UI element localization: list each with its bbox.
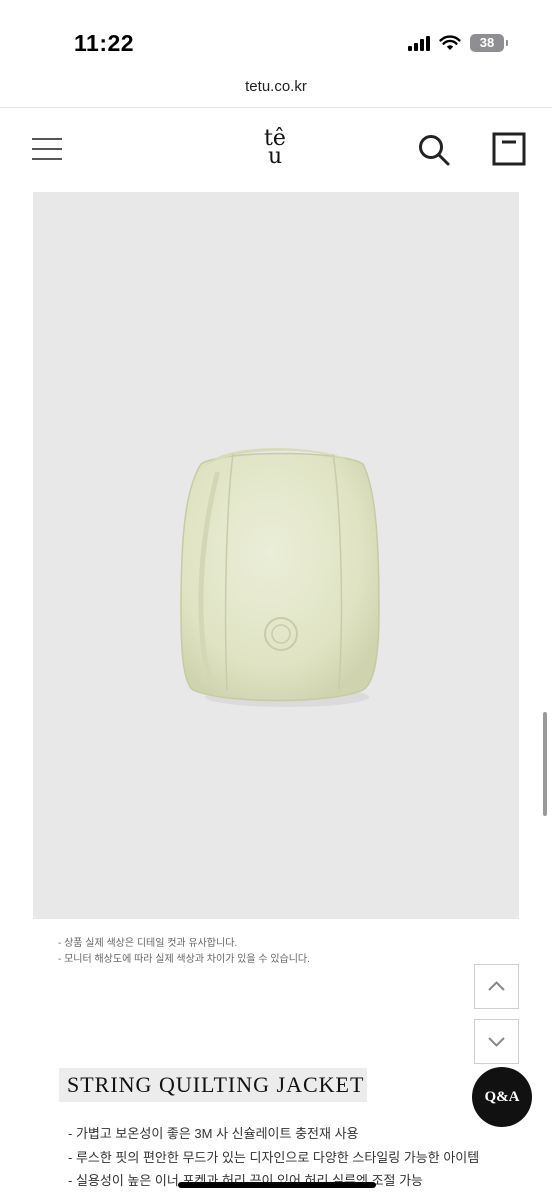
url-text: tetu.co.kr: [245, 78, 307, 95]
status-time: 11:22: [74, 30, 135, 56]
notice-line: - 상품 실제 색상은 디테일 컷과 유사합니다.: [58, 938, 238, 949]
address-bar[interactable]: tetu.co.kr: [0, 70, 552, 108]
shopping-bag-icon: [492, 132, 526, 166]
status-icons: 38: [408, 34, 508, 52]
product-notices: - 상품 실제 색상은 디테일 컷과 유사합니다. - 모니터 해상도에 따라 …: [58, 936, 310, 968]
site-logo[interactable]: tê u: [258, 128, 294, 172]
battery-level: 38: [479, 35, 495, 50]
page-scrollbar[interactable]: [543, 712, 547, 816]
logo-text-bottom: u: [268, 144, 283, 169]
scroll-down-button[interactable]: [474, 1019, 519, 1064]
menu-button[interactable]: [32, 134, 62, 162]
search-button[interactable]: [416, 132, 452, 168]
feature-item: - 실용성이 높은 이너 포켓과 허리 끈이 있어 허리 실루엣 조절 가능: [68, 1173, 424, 1188]
product-image[interactable]: [33, 192, 519, 919]
scroll-up-button[interactable]: [474, 964, 519, 1009]
qa-button[interactable]: Q&A: [472, 1067, 532, 1127]
feature-item: - 가볍고 보온성이 좋은 3M 사 신슐레이트 충전재 사용: [68, 1126, 359, 1141]
search-icon: [419, 135, 450, 166]
cellular-signal-icon: [408, 35, 430, 51]
battery-icon: 38: [470, 34, 508, 52]
feature-item: - 루스한 핏의 편안한 무드가 있는 디자인으로 다양한 스타일링 가능한 아…: [68, 1149, 480, 1165]
wifi-icon: [439, 35, 461, 50]
home-indicator[interactable]: [178, 1182, 376, 1188]
drawstring-bag-illustration: [180, 448, 380, 707]
status-bar: 11:22 38: [0, 0, 552, 70]
notice-line: - 모니터 해상도에 따라 실제 색상과 차이가 있을 수 있습니다.: [58, 954, 310, 965]
chevron-down-icon: [488, 1037, 505, 1047]
cart-button[interactable]: [492, 132, 526, 166]
product-title-block: STRING QUILTING JACKET: [59, 1068, 368, 1102]
site-header: tê u: [0, 108, 552, 192]
chevron-up-icon: [488, 981, 505, 991]
product-title: STRING QUILTING JACKET: [67, 1072, 365, 1097]
